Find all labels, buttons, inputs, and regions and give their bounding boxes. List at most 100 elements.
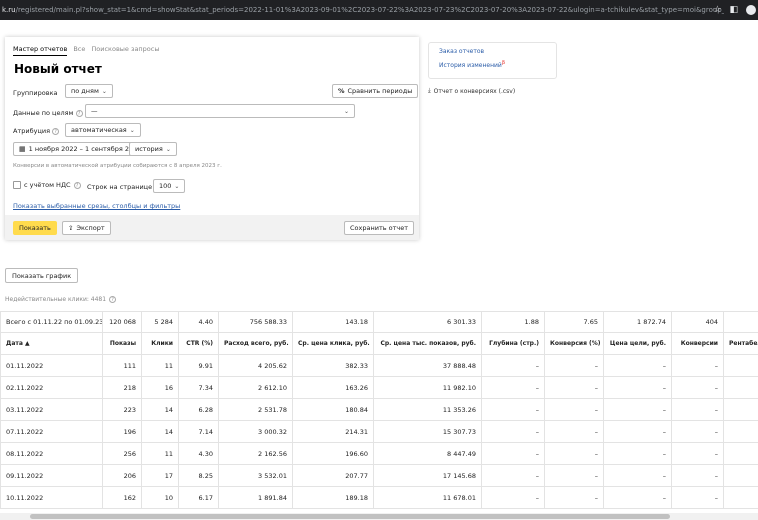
percent-icon: %: [338, 87, 345, 95]
column-header[interactable]: CTR (%): [178, 332, 219, 355]
table-cell: –: [481, 354, 545, 377]
tab-report-master[interactable]: Мастер отчетов: [13, 45, 68, 56]
table-cell: –: [544, 354, 604, 377]
column-header[interactable]: Расход всего, руб.: [218, 332, 293, 355]
show-button[interactable]: Показать: [13, 221, 57, 235]
table-cell: 218: [102, 376, 142, 399]
table-cell: –: [481, 464, 545, 487]
table-cell: 03.11.2022: [0, 398, 103, 421]
column-header[interactable]: Дата ▲: [0, 332, 103, 355]
table-cell: 08.11.2022: [0, 442, 103, 465]
column-header[interactable]: Рентабельно: [723, 332, 758, 355]
help-icon[interactable]: ?: [109, 296, 117, 303]
help-icon[interactable]: ?: [73, 181, 81, 189]
table-cell: –: [481, 376, 545, 399]
table-cell: 07.11.2022: [0, 420, 103, 443]
show-filters-link[interactable]: Показать выбранные срезы, столбцы и филь…: [13, 202, 180, 210]
help-icon[interactable]: ?: [75, 110, 83, 117]
column-header[interactable]: Клики: [141, 332, 179, 355]
browser-toolbar-icons: ☆ ◧: [713, 0, 758, 20]
conversions-hint: Конверсии в автоматической атрибуции соб…: [13, 163, 222, 169]
calendar-icon: ▦: [19, 145, 26, 153]
grouping-value: по дням: [71, 87, 99, 95]
compare-periods-button[interactable]: % Сравнить периоды: [332, 84, 419, 98]
column-header[interactable]: Цена цели, руб.: [603, 332, 672, 355]
column-header[interactable]: Ср. цена клика, руб.: [292, 332, 374, 355]
table-cell: 6.28: [178, 398, 219, 421]
table-cell: 382.33: [292, 354, 374, 377]
table-cell: [723, 420, 758, 443]
table-row: 02.11.2022 218 16 7.34 2 612.10 163.26 11 982.…: [0, 376, 758, 399]
table-cell: 7.34: [178, 376, 219, 399]
table-cell: 223: [102, 398, 142, 421]
table-cell: 15 307.73: [373, 420, 482, 443]
table-cell: 6.17: [178, 486, 219, 509]
column-header[interactable]: Глубина (стр.): [481, 332, 545, 355]
rows-per-page-select[interactable]: 100 ⌄: [153, 179, 186, 193]
table-cell: 17 145.68: [373, 464, 482, 487]
table-cell: 10.11.2022: [0, 486, 103, 509]
table-cell: 143.18: [292, 311, 374, 333]
show-chart-button[interactable]: Показать график: [5, 268, 79, 283]
table-cell: Всего с 01.11.22 по 01.09.23: [0, 311, 103, 333]
star-icon[interactable]: ☆: [713, 5, 721, 15]
url-text[interactable]: k.ru/registered/main.pl?show_stat=1&cmd=…: [2, 6, 724, 14]
table-cell: [723, 398, 758, 421]
table-cell: –: [544, 420, 604, 443]
table-cell: –: [544, 486, 604, 509]
change-history-link[interactable]: История измененийβ: [439, 60, 546, 69]
table-cell: 163.26: [292, 376, 374, 399]
table-cell: –: [603, 420, 672, 443]
table-cell: 2 531.78: [218, 398, 293, 421]
total-row: Всего с 01.11.22 по 01.09.23 120 068 5 284…: [0, 311, 758, 333]
table-cell: 207.77: [292, 464, 374, 487]
table-cell: 8 447.49: [373, 442, 482, 465]
table-cell: 120 068: [102, 311, 142, 333]
table-row: 03.11.2022 223 14 6.28 2 531.78 180.84 11 353.…: [0, 398, 758, 421]
table-cell: 6 301.33: [373, 311, 482, 333]
tab-search-queries[interactable]: Поисковые запросы: [91, 45, 159, 56]
table-cell: –: [671, 486, 724, 509]
horizontal-scrollbar[interactable]: [0, 513, 758, 520]
table-cell: 7.14: [178, 420, 219, 443]
table-cell: [723, 376, 758, 399]
table-cell: 4.40: [178, 311, 219, 333]
upload-icon: ⇪: [68, 224, 74, 232]
period-value: 1 ноября 2022 – 1 сентября 2023: [28, 145, 142, 153]
avatar[interactable]: [746, 5, 756, 15]
tab-all[interactable]: Все: [73, 45, 85, 56]
sidebar-icon[interactable]: ◧: [729, 5, 738, 15]
conversions-csv-link[interactable]: ⤓ Отчет о конверсиях (.csv): [428, 87, 515, 95]
invalid-clicks: Недействительные клики: 4481 ?: [5, 296, 117, 303]
vat-checkbox[interactable]: [13, 181, 21, 189]
column-header[interactable]: Показы: [102, 332, 142, 355]
table-cell: 1.88: [481, 311, 545, 333]
table-cell: 111: [102, 354, 142, 377]
column-header[interactable]: Ср. цена тыс. показов, руб.: [373, 332, 482, 355]
chevron-down-icon: ⌄: [129, 126, 135, 134]
order-reports-link[interactable]: Заказ отчетов: [439, 48, 546, 55]
table-cell: –: [603, 376, 672, 399]
goals-select[interactable]: — ⌄: [85, 104, 355, 118]
table-cell: –: [481, 442, 545, 465]
scrollbar-thumb[interactable]: [30, 514, 670, 519]
column-header[interactable]: Конверсии: [671, 332, 724, 355]
table-row: 09.11.2022 206 17 8.25 3 532.01 207.77 17 145.…: [0, 464, 758, 487]
attribution-select[interactable]: автоматическая ⌄: [65, 123, 141, 137]
save-report-button[interactable]: Сохранить отчет: [344, 221, 415, 235]
help-icon[interactable]: ?: [52, 128, 60, 135]
grouping-select[interactable]: по дням ⌄: [65, 84, 113, 98]
browser-url-bar[interactable]: k.ru/registered/main.pl?show_stat=1&cmd=…: [0, 0, 758, 20]
attribution-value: автоматическая: [71, 126, 127, 134]
table-cell: 11 982.10: [373, 376, 482, 399]
table-cell: 01.11.2022: [0, 354, 103, 377]
column-header[interactable]: Конверсия (%): [544, 332, 604, 355]
table-cell: 37 888.48: [373, 354, 482, 377]
period-picker[interactable]: ▦ 1 ноября 2022 – 1 сентября 2023: [13, 142, 148, 156]
export-button[interactable]: ⇪ Экспорт: [62, 221, 111, 235]
history-select[interactable]: история ⌄: [129, 142, 177, 156]
table-cell: 256: [102, 442, 142, 465]
table-cell: 1 891.84: [218, 486, 293, 509]
attribution-label: Атрибуция ?: [13, 127, 60, 135]
vat-checkbox-row[interactable]: с учётом НДС ?: [13, 181, 81, 189]
